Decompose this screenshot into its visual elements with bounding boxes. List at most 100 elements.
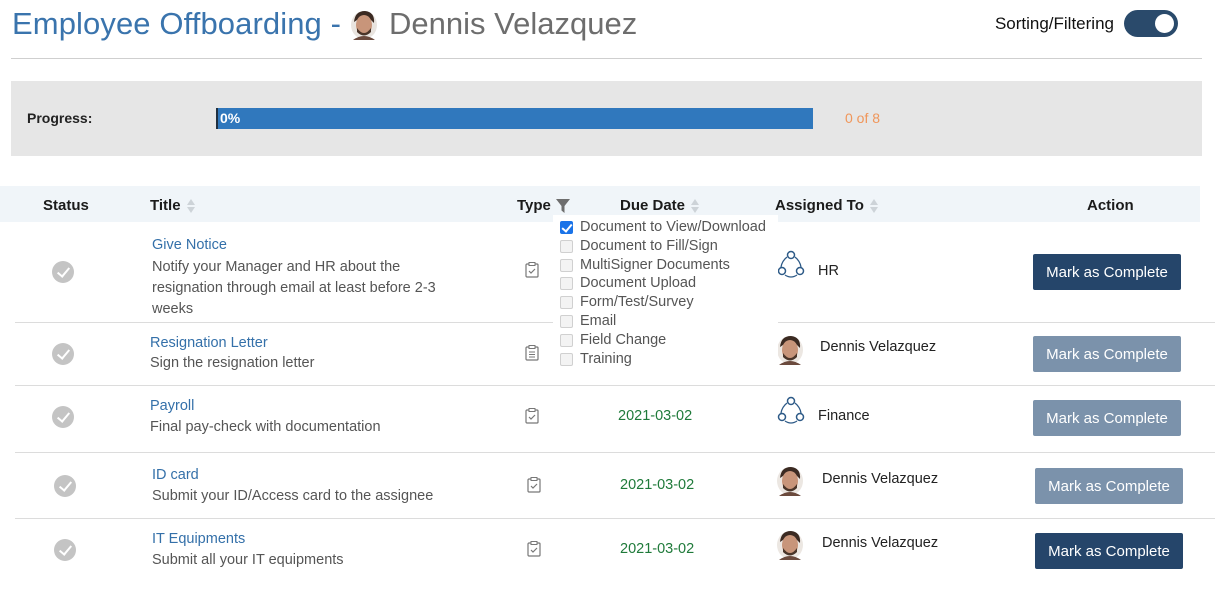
column-action: Action: [1087, 197, 1134, 214]
task-description: Final pay-check with documentation: [150, 417, 381, 438]
header-divider: [11, 58, 1202, 59]
sort-arrows-icon[interactable]: [186, 198, 195, 214]
assignee-name: Dennis Velazquez: [820, 339, 937, 355]
toggle-knob: [1155, 14, 1174, 33]
assignee-avatar: [777, 336, 803, 365]
sorting-filtering-label: Sorting/Filtering: [994, 13, 1114, 33]
column-assigned-to-label: Assigned To: [775, 197, 864, 214]
status-check-icon[interactable]: [52, 343, 74, 365]
filter-checkbox[interactable]: [560, 258, 573, 272]
filter-checkbox[interactable]: [560, 314, 573, 328]
due-date: 2021-03-02: [618, 408, 693, 424]
page-title: Employee Offboarding -: [12, 6, 342, 41]
column-due-date[interactable]: Due Date: [620, 197, 700, 214]
description-line: weeks: [152, 301, 194, 317]
table-row: Payroll Final pay-check with documentati…: [15, 386, 1215, 453]
sort-arrows-icon[interactable]: [691, 198, 700, 214]
status-check-icon[interactable]: [52, 261, 74, 283]
task-description: Notify your Manager and HR about the res…: [152, 257, 436, 320]
filter-option[interactable]: Email: [560, 313, 616, 329]
due-date: 2021-03-02: [620, 541, 695, 557]
status-check-icon[interactable]: [54, 475, 76, 497]
clipboard-list-icon: [525, 345, 539, 361]
status-check-icon[interactable]: [54, 539, 76, 561]
assignee-name: Dennis Velazquez: [822, 535, 939, 551]
column-status-label: Status: [43, 197, 89, 214]
progress-percent: 0%: [220, 110, 241, 126]
task-title-link[interactable]: Resignation Letter: [150, 335, 268, 351]
filter-checkbox[interactable]: [560, 220, 573, 234]
task-title-link[interactable]: IT Equipments: [152, 531, 245, 547]
progress-bar-fill: [216, 108, 218, 129]
task-description: Submit all your IT equipments: [152, 550, 344, 571]
sort-arrows-icon[interactable]: [869, 198, 878, 214]
filter-option-label: MultiSigner Documents: [580, 257, 730, 273]
page-header: Employee Offboarding - Dennis Velazquez: [12, 4, 637, 44]
filter-icon[interactable]: [555, 198, 571, 214]
column-title-label: Title: [150, 197, 181, 214]
filter-option-label: Document Upload: [580, 275, 697, 291]
filter-option-label: Training: [580, 351, 632, 367]
task-description: Submit your ID/Access card to the assign…: [152, 486, 433, 507]
progress-count: 0 of 8: [845, 110, 881, 126]
assignee-name: HR: [818, 263, 839, 279]
filter-option[interactable]: Form/Test/Survey: [560, 294, 694, 310]
assignee-avatar: [777, 467, 803, 496]
mark-complete-button[interactable]: Mark as Complete: [1035, 533, 1183, 569]
filter-option-label: Document to Fill/Sign: [580, 238, 718, 254]
description-line: resignation through email at least befor…: [152, 280, 436, 296]
filter-option-label: Form/Test/Survey: [580, 294, 694, 310]
task-title-link[interactable]: Payroll: [150, 398, 194, 414]
description-line: Submit your ID/Access card to the assign…: [152, 488, 434, 504]
column-title[interactable]: Title: [150, 197, 195, 214]
filter-option[interactable]: MultiSigner Documents: [560, 257, 730, 273]
assignee-name: Dennis Velazquez: [822, 471, 939, 487]
filter-option-label: Field Change: [580, 332, 667, 348]
filter-checkbox[interactable]: [560, 295, 573, 309]
task-title-link[interactable]: Give Notice: [152, 237, 227, 253]
filter-checkbox[interactable]: [560, 239, 573, 253]
filter-option-label: Email: [580, 313, 617, 329]
filter-checkbox[interactable]: [560, 276, 573, 290]
column-type-label: Type: [517, 197, 551, 214]
assignee-avatar: [777, 531, 803, 560]
mark-complete-button[interactable]: Mark as Complete: [1033, 400, 1181, 436]
filter-option[interactable]: Document to Fill/Sign: [560, 238, 718, 254]
assignee-name: Finance: [818, 408, 870, 424]
description-line: Sign the resignation letter: [150, 355, 315, 371]
employee-name: Dennis Velazquez: [389, 6, 638, 41]
status-check-icon[interactable]: [52, 406, 74, 428]
clipboard-check-icon: [525, 262, 539, 278]
filter-checkbox[interactable]: [560, 333, 573, 347]
table-row: ID card Submit your ID/Access card to th…: [15, 453, 1215, 519]
sorting-filtering-toggle[interactable]: [1124, 10, 1178, 37]
progress-label: Progress:: [27, 110, 93, 126]
filter-option[interactable]: Training: [560, 351, 632, 367]
mark-complete-button[interactable]: Mark as Complete: [1033, 254, 1181, 290]
table-row: IT Equipments Submit all your IT equipme…: [15, 519, 1215, 587]
filter-option[interactable]: Document Upload: [560, 275, 696, 291]
type-filter-dropdown: Document to View/Download Document to Fi…: [553, 215, 778, 375]
filter-option[interactable]: Document to View/Download: [560, 219, 766, 235]
clipboard-check-icon: [525, 408, 539, 424]
filter-checkbox[interactable]: [560, 352, 573, 366]
column-assigned-to[interactable]: Assigned To: [775, 197, 878, 214]
progress-bar: 0%: [216, 108, 813, 129]
column-type: Type: [517, 197, 571, 214]
clipboard-check-icon: [527, 477, 541, 493]
sorting-filtering-control: Sorting/Filtering: [995, 10, 1178, 37]
description-line: Final pay-check with documentation: [150, 419, 381, 435]
group-icon: [777, 250, 805, 278]
description-line: Notify your Manager and HR about the: [152, 259, 401, 275]
mark-complete-button[interactable]: Mark as Complete: [1035, 468, 1183, 504]
mark-complete-button[interactable]: Mark as Complete: [1033, 336, 1181, 372]
description-line: Submit all your IT equipments: [152, 552, 344, 568]
due-date: 2021-03-02: [620, 477, 695, 493]
filter-option[interactable]: Field Change: [560, 332, 666, 348]
group-icon: [777, 396, 805, 424]
task-title-link[interactable]: ID card: [152, 467, 199, 483]
progress-panel: Progress: 0% 0 of 8: [11, 81, 1202, 156]
employee-avatar: [351, 11, 378, 40]
column-status: Status: [43, 197, 89, 214]
column-due-date-label: Due Date: [620, 197, 686, 214]
